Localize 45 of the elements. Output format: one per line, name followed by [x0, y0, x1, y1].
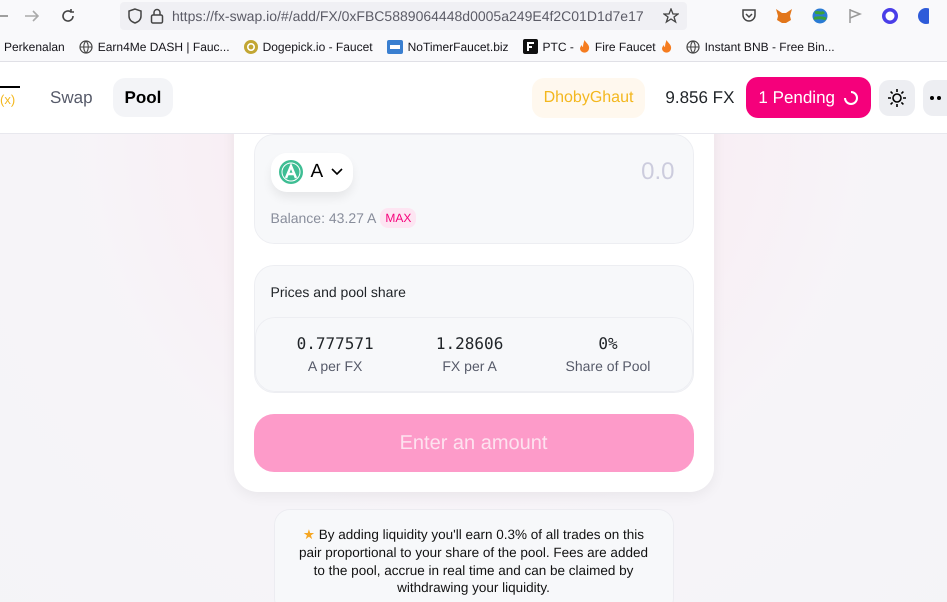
- pending-button[interactable]: 1 Pending: [746, 76, 871, 118]
- theme-button[interactable]: [879, 80, 915, 116]
- flame-icon: [660, 40, 672, 53]
- circle-icon[interactable]: [881, 7, 899, 25]
- token-icon: [278, 160, 302, 184]
- price-label: A per FX: [306, 356, 364, 376]
- price-value: 1.28606: [436, 332, 504, 354]
- globe-icon: [78, 40, 93, 54]
- address-bar[interactable]: https://fx-swap.io/#/add/FX/0xFBC5889064448d0005a249E4f2C01D1d7e17: [120, 2, 687, 30]
- prices-title: Prices and pool share: [270, 282, 407, 302]
- sun-icon: [887, 88, 907, 108]
- token-select[interactable]: A: [270, 153, 354, 192]
- price-value: 0%: [597, 332, 619, 354]
- info-text: ★ By adding liquidity you'll earn 0.3% of all trades on this pair proportional to your share of the pool. Fees are added to the pool, accrue in real time and can be claimed by withdrawing your liquidity.: [298, 526, 649, 597]
- nav-tab[interactable]: Pool: [112, 78, 174, 118]
- bookmark[interactable]: Dogepick.io - Faucet: [244, 38, 373, 56]
- balance-text: 9.856 FX: [665, 86, 734, 109]
- flag-icon[interactable]: [847, 8, 863, 24]
- dots-icon: [929, 96, 941, 100]
- globe-icon[interactable]: [811, 7, 829, 25]
- fox-icon[interactable]: [775, 8, 793, 24]
- globe-icon: [686, 40, 700, 54]
- more-button[interactable]: [923, 80, 947, 116]
- lock-icon[interactable]: [150, 8, 164, 24]
- star-icon[interactable]: [663, 8, 679, 24]
- bookmark[interactable]: Instant BNB - Free Bin...: [686, 38, 835, 56]
- badge-icon: [386, 40, 403, 54]
- bookmark[interactable]: Perkenalan: [4, 38, 65, 56]
- pocket-icon[interactable]: [741, 8, 757, 24]
- f-logo-icon: [522, 39, 538, 54]
- coin-icon: [244, 40, 258, 54]
- price-label: Share of Pool: [566, 356, 650, 376]
- price-label: FX per A: [441, 356, 498, 376]
- reload-icon[interactable]: [60, 8, 76, 24]
- url-text: https://fx-swap.io/#/add/FX/0xFBC5889064448d0005a249E4f2C01D1d7e17: [172, 6, 645, 26]
- flame-icon: [578, 40, 590, 53]
- balance-label: Balance: 43.27 A: [270, 208, 376, 228]
- shield-icon[interactable]: [128, 8, 142, 24]
- bookmark[interactable]: NoTimerFaucet.biz: [386, 38, 509, 56]
- bookmark[interactable]: PTC - Fire Faucet: [522, 38, 672, 56]
- bookmark[interactable]: Earn4Me DASH | Fauc...: [78, 38, 230, 56]
- spinner-icon: [843, 90, 859, 106]
- chevron-down-icon: [331, 168, 344, 176]
- nav-tab[interactable]: Swap: [38, 78, 105, 118]
- price-value: 0.777571: [296, 332, 374, 354]
